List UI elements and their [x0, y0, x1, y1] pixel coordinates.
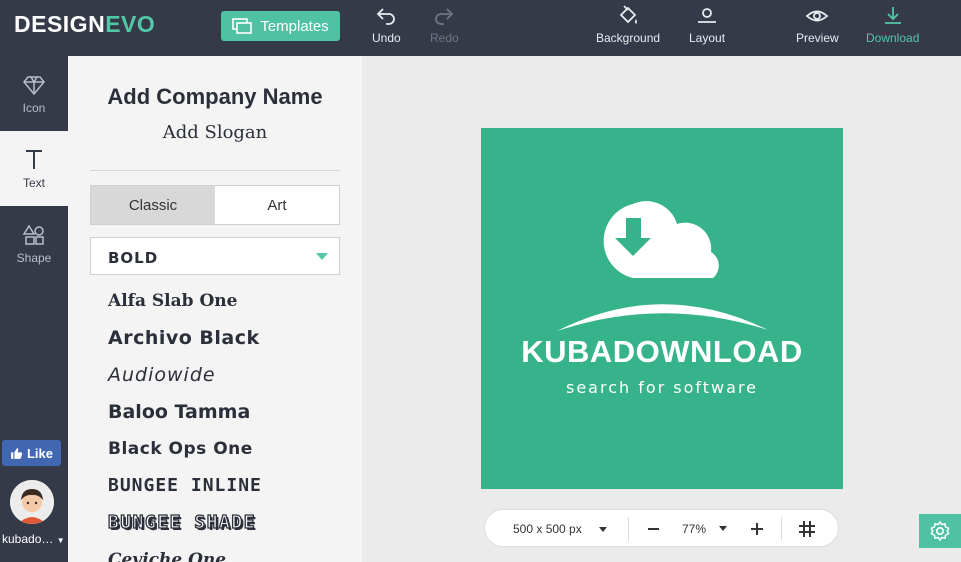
zoom-in-button[interactable]: [751, 523, 763, 535]
download-icon: [884, 7, 901, 24]
undo-button[interactable]: Undo: [372, 4, 401, 45]
designevo-editor: DESIGNEVO Templates Undo Redo Background…: [0, 0, 961, 562]
gear-icon: [930, 521, 950, 541]
redo-label: Redo: [430, 31, 459, 45]
font-item-archivo-black[interactable]: Archivo Black: [108, 319, 348, 356]
logo-design-text: DESIGN: [14, 11, 106, 37]
font-item-audiowide[interactable]: Audiowide: [108, 356, 348, 393]
facebook-like-button[interactable]: Like: [2, 440, 61, 466]
zoom-out-button[interactable]: [648, 528, 659, 530]
zoom-bar: 500 x 500 px 77%: [484, 509, 839, 547]
sidebar-item-label: Icon: [22, 100, 46, 115]
add-slogan-button[interactable]: Add Slogan: [68, 122, 362, 143]
templates-button[interactable]: Templates: [221, 11, 340, 41]
cloud-download-icon[interactable]: [481, 128, 843, 489]
caret-down-icon: [316, 253, 328, 260]
logo-evo-text: EVO: [105, 11, 156, 37]
preview-button[interactable]: Preview: [796, 4, 839, 45]
sidebar-item-icon[interactable]: Icon: [0, 56, 68, 131]
avatar[interactable]: [10, 480, 54, 524]
tab-classic[interactable]: Classic: [91, 186, 215, 224]
canvas-area: KUBADOWNLOAD search for software 500 x 5…: [362, 56, 961, 562]
sidebar-item-label: Text: [22, 175, 45, 190]
download-button[interactable]: Download: [866, 4, 919, 45]
redo-icon: [435, 8, 454, 25]
paint-bucket-icon: [619, 5, 638, 24]
left-sidebar: Icon Text Shape Like kubado… ▼: [0, 56, 68, 562]
divider: [90, 170, 340, 171]
add-company-name-button[interactable]: Add Company Name: [68, 84, 362, 110]
eye-icon: [805, 10, 829, 22]
font-style-tabs: Classic Art: [90, 185, 340, 225]
font-category-select[interactable]: BOLD: [90, 237, 340, 275]
top-toolbar: DESIGNEVO Templates Undo Redo Background…: [0, 0, 961, 56]
layout-icon: [698, 8, 717, 23]
thumbs-up-icon: [11, 447, 23, 459]
background-button[interactable]: Background: [596, 4, 660, 45]
zoom-level-select[interactable]: 77%: [682, 522, 706, 536]
font-category-value: BOLD: [108, 249, 159, 267]
tagline-text[interactable]: search for software: [481, 378, 843, 397]
font-item-black-ops-one[interactable]: Black Ops One: [108, 430, 348, 467]
like-label: Like: [26, 445, 53, 461]
templates-label: Templates: [260, 17, 329, 35]
font-item-ceviche-one[interactable]: Ceviche One: [108, 541, 348, 562]
user-avatar-icon: [10, 480, 54, 524]
sidebar-item-text[interactable]: Text: [0, 131, 68, 206]
download-label: Download: [866, 31, 920, 45]
layout-button[interactable]: Layout: [689, 4, 725, 45]
font-item-bungee-inline[interactable]: BUNGEE INLINE: [108, 467, 348, 504]
brand-name-text[interactable]: KUBADOWNLOAD: [481, 334, 843, 370]
layout-label: Layout: [689, 31, 726, 45]
canvas-size-select[interactable]: 500 x 500 px: [513, 522, 582, 536]
caret-down-icon: [719, 526, 727, 531]
undo-label: Undo: [372, 31, 401, 45]
text-panel: Add Company Name Add Slogan Classic Art …: [68, 56, 362, 562]
background-label: Background: [596, 31, 661, 45]
diamond-icon: [23, 75, 45, 95]
undo-icon: [377, 8, 396, 25]
caret-down-icon: [599, 527, 607, 532]
designevo-logo[interactable]: DESIGNEVO: [14, 11, 155, 38]
sidebar-item-shape[interactable]: Shape: [0, 206, 68, 281]
font-item-alfa-slab-one[interactable]: Alfa Slab One: [108, 282, 348, 319]
font-item-baloo-tamma[interactable]: Baloo Tamma: [108, 393, 348, 430]
templates-icon: [232, 18, 253, 34]
redo-button[interactable]: Redo: [430, 4, 459, 45]
divider: [781, 517, 782, 541]
grid-icon[interactable]: [798, 520, 816, 538]
chevron-down-icon: ▼: [56, 536, 65, 545]
settings-button[interactable]: [919, 514, 961, 548]
tab-art[interactable]: Art: [215, 186, 339, 224]
sidebar-item-label: Shape: [16, 250, 52, 265]
shapes-icon: [22, 224, 44, 245]
logo-canvas[interactable]: KUBADOWNLOAD search for software: [481, 128, 843, 489]
text-icon: [26, 149, 42, 169]
font-list: Alfa Slab One Archivo Black Audiowide Ba…: [107, 282, 348, 562]
user-name-label: kubado…: [2, 532, 54, 546]
preview-label: Preview: [796, 31, 839, 45]
user-menu[interactable]: kubado… ▼: [2, 532, 65, 546]
font-item-bungee-shade[interactable]: BUNGEE SHADE: [107, 504, 348, 541]
divider: [628, 517, 629, 541]
